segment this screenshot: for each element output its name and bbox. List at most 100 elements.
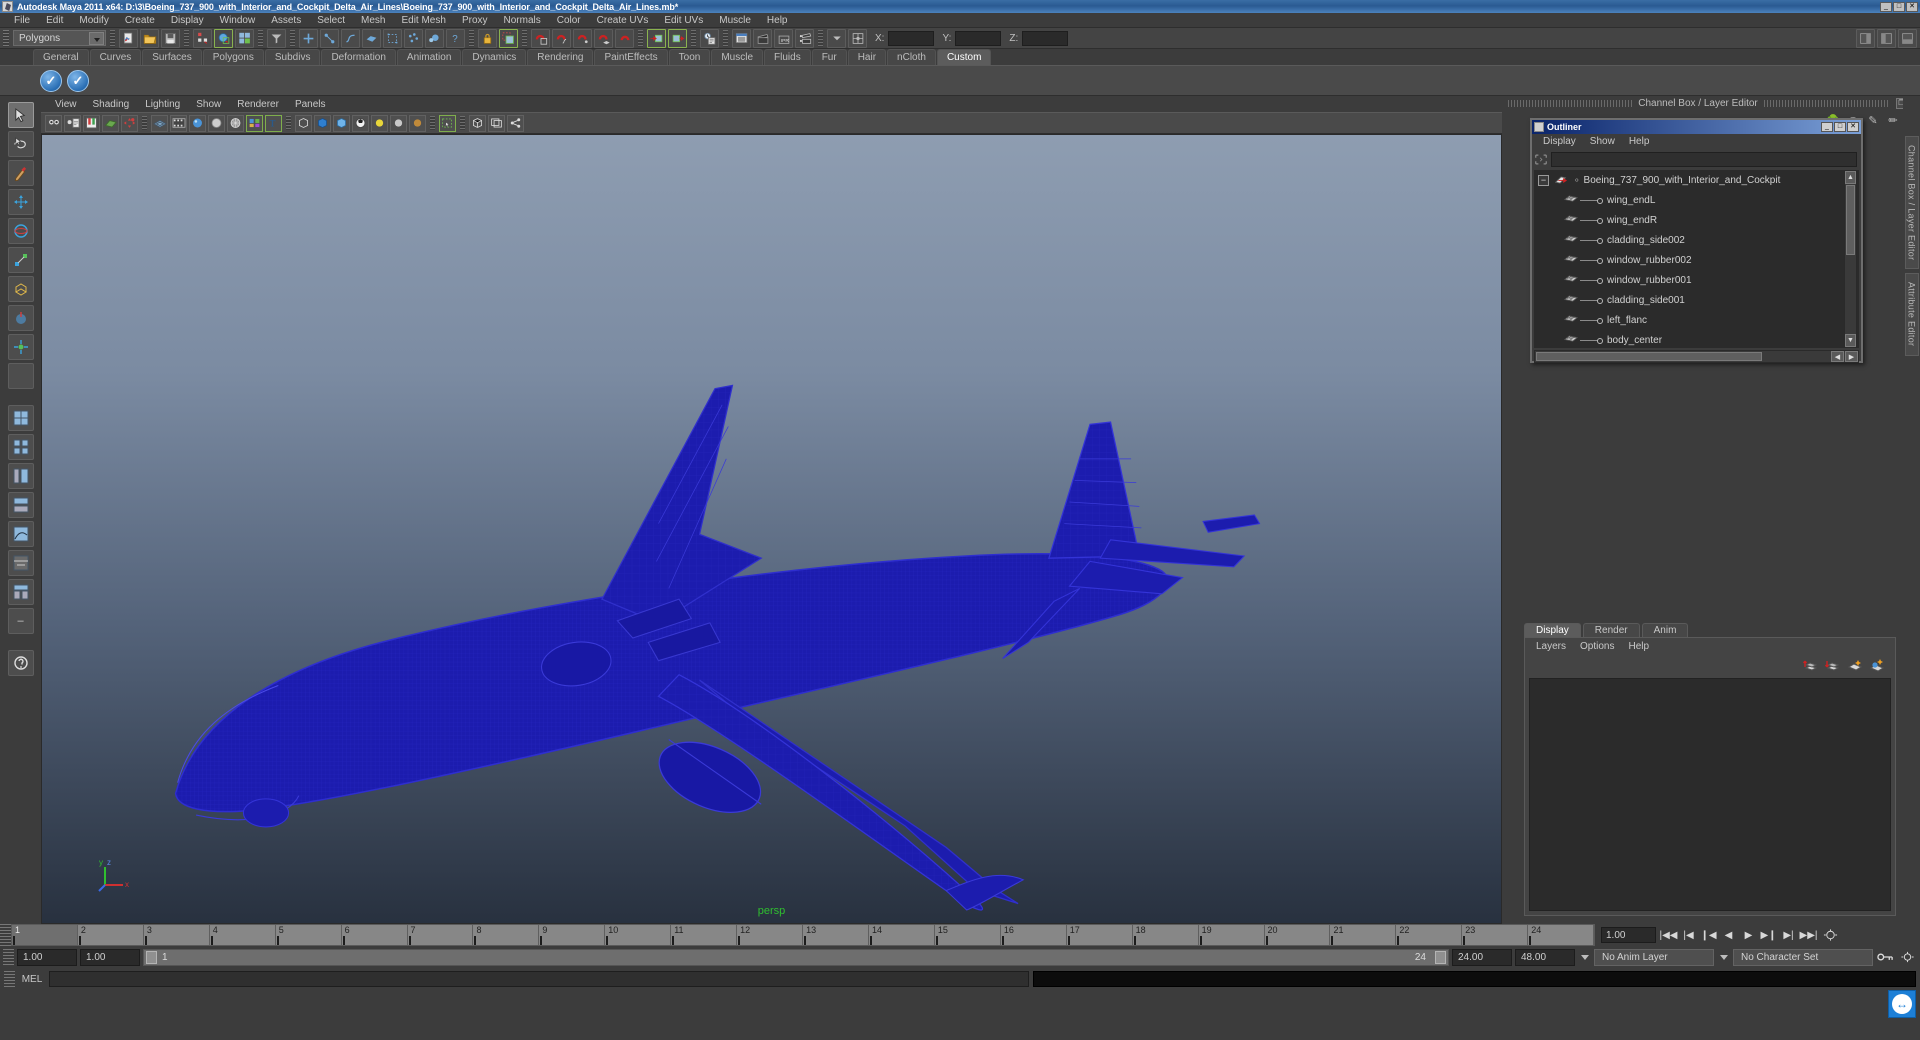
menu-item-edit-uvs[interactable]: Edit UVs: [656, 13, 711, 28]
step-back-key-button[interactable]: ❙◀: [1699, 927, 1718, 944]
hypershade-persp-layout[interactable]: [7, 492, 34, 518]
maximize-button[interactable]: □: [1893, 1, 1905, 12]
y-field[interactable]: [955, 30, 1002, 46]
custom-shelf-item-2[interactable]: ✓: [67, 69, 89, 92]
viewport-menu-show[interactable]: Show: [188, 99, 229, 110]
outliner-menu-show[interactable]: Show: [1583, 136, 1622, 147]
range-slider-bar[interactable]: 1 24: [143, 948, 1449, 966]
close-button[interactable]: ✕: [1906, 1, 1918, 12]
two-pane-layout[interactable]: [7, 550, 34, 576]
four-view-layout[interactable]: [7, 434, 34, 460]
shelf-tab-general[interactable]: General: [33, 49, 89, 65]
layer-editor-menu-help[interactable]: Help: [1621, 641, 1656, 652]
smooth-shade-icon[interactable]: [189, 114, 206, 132]
step-back-frame-button[interactable]: |◀: [1679, 927, 1698, 944]
scroll-up-arrow[interactable]: ▲: [1845, 171, 1856, 184]
character-set-selector[interactable]: No Character Set: [1733, 948, 1873, 966]
flat-shade-icon[interactable]: [208, 114, 225, 132]
shelf-tab-curves[interactable]: Curves: [89, 49, 142, 65]
outliner-menu-display[interactable]: Display: [1536, 136, 1583, 147]
construction-history-icon[interactable]: [499, 28, 518, 48]
menu-item-edit[interactable]: Edit: [38, 13, 71, 28]
custom-shelf-item-1[interactable]: ✓: [40, 69, 62, 92]
scroll-thumb[interactable]: [1846, 185, 1855, 255]
playback-end-time-field[interactable]: 24.00: [1452, 948, 1512, 966]
move-layer-down-icon[interactable]: [1824, 658, 1841, 672]
outliner-item-left_flanc[interactable]: left_flanc: [1534, 310, 1844, 330]
render-settings-icon[interactable]: [795, 28, 814, 48]
layer-editor-menu-layers[interactable]: Layers: [1529, 641, 1573, 652]
shelf-tab-subdivs[interactable]: Subdivs: [264, 49, 321, 65]
lock-icon[interactable]: [478, 28, 497, 48]
menu-set-selector[interactable]: Polygons: [13, 30, 106, 46]
timeline-frame-18[interactable]: 18: [1133, 925, 1199, 945]
snap-to-point-icon[interactable]: [320, 28, 339, 48]
layer-editor-menu-options[interactable]: Options: [1573, 641, 1621, 652]
go-to-start-button[interactable]: |◀◀: [1659, 927, 1678, 944]
timeline-frame-15[interactable]: 15: [935, 925, 1001, 945]
pencil-icon[interactable]: ✏: [1886, 114, 1900, 128]
show-hide-attribute-editor-icon[interactable]: [1877, 28, 1896, 48]
new-scene-icon[interactable]: [119, 28, 138, 48]
timeline-frame-22[interactable]: 22: [1396, 925, 1463, 945]
outliner-window[interactable]: Outliner _ □ ✕ Display Show Help − ⚬ Boeing_…: [1530, 118, 1863, 363]
timeline-frame-17[interactable]: 17: [1067, 925, 1133, 945]
paint-selection-tool[interactable]: [7, 160, 34, 186]
default-light-icon[interactable]: [371, 114, 388, 132]
outliner-item-body_center[interactable]: body_center: [1534, 330, 1844, 348]
outliner-menu-help[interactable]: Help: [1622, 136, 1657, 147]
backface-cull-icon[interactable]: [469, 114, 486, 132]
step-forward-frame-button[interactable]: ▶|: [1779, 927, 1798, 944]
range-right-handle[interactable]: [1435, 950, 1446, 964]
remote-session-badge[interactable]: ↔: [1888, 990, 1916, 1018]
smooth-preview-icon[interactable]: [352, 114, 369, 132]
share-viewport-icon[interactable]: [507, 114, 524, 132]
three-pane-layout[interactable]: [7, 579, 34, 605]
select-by-object-icon[interactable]: [214, 28, 233, 48]
menu-item-window[interactable]: Window: [212, 13, 264, 28]
chevron-down-icon[interactable]: [827, 28, 846, 48]
shelf-tab-fluids[interactable]: Fluids: [764, 49, 811, 65]
save-scene-icon[interactable]: [161, 28, 180, 48]
timeline-frame-12[interactable]: 12: [737, 925, 804, 945]
anim-layer-selector[interactable]: No Anim Layer: [1594, 948, 1714, 966]
z-field[interactable]: [1022, 30, 1069, 46]
xray-joints-icon[interactable]: [333, 114, 350, 132]
layer-editor-tab-display[interactable]: Display: [1524, 623, 1581, 637]
outliner-tree[interactable]: − ⚬ Boeing_737_900_with_Interior_and_Cockp…: [1534, 170, 1859, 348]
outliner-item-cladding_side001[interactable]: cladding_side001: [1534, 290, 1844, 310]
menu-item-file[interactable]: File: [6, 13, 38, 28]
viewport-menu-renderer[interactable]: Renderer: [229, 99, 287, 110]
menu-item-create-uvs[interactable]: Create UVs: [589, 13, 657, 28]
shelf-tab-muscle[interactable]: Muscle: [711, 49, 764, 65]
scroll-down-arrow[interactable]: ▼: [1845, 334, 1856, 347]
outliner-minimize-button[interactable]: _: [1821, 122, 1833, 132]
wireframe-on-shaded-icon[interactable]: [227, 114, 244, 132]
film-gate-icon[interactable]: [170, 114, 187, 132]
select-camera-icon[interactable]: [45, 114, 62, 132]
rail-tab-channel-box-layer-editor[interactable]: Channel Box / Layer Editor: [1904, 136, 1919, 270]
outliner-vertical-scrollbar[interactable]: ▲ ▼: [1844, 170, 1857, 348]
rotate-tool[interactable]: [7, 218, 34, 244]
timeline-frame-10[interactable]: 10: [605, 925, 672, 945]
dock-grip-left[interactable]: [1508, 100, 1633, 107]
step-forward-key-button[interactable]: ▶❙: [1759, 927, 1778, 944]
menu-item-help[interactable]: Help: [759, 13, 796, 28]
menu-item-mesh[interactable]: Mesh: [353, 13, 393, 28]
persp-graph-layout[interactable]: [7, 521, 34, 547]
camera-attributes-icon[interactable]: [64, 114, 81, 132]
expand-collapse-icon[interactable]: −: [1538, 174, 1549, 186]
menu-item-modify[interactable]: Modify: [71, 13, 116, 28]
render-current-frame-icon[interactable]: [753, 28, 772, 48]
output-connections-icon[interactable]: [668, 28, 687, 48]
select-by-component-icon[interactable]: [235, 28, 254, 48]
timeline-frame-7[interactable]: 7: [408, 925, 474, 945]
magnet-point-icon[interactable]: [573, 28, 592, 48]
single-perspective-layout[interactable]: [7, 405, 34, 431]
xray-icon[interactable]: [314, 114, 331, 132]
snap-plus-icon[interactable]: [299, 28, 318, 48]
select-tool[interactable]: [7, 102, 34, 128]
timeline-frame-5[interactable]: 5: [276, 925, 342, 945]
hscroll-right-arrow[interactable]: ▶: [1845, 351, 1858, 362]
shelf-tab-ncloth[interactable]: nCloth: [887, 49, 936, 65]
